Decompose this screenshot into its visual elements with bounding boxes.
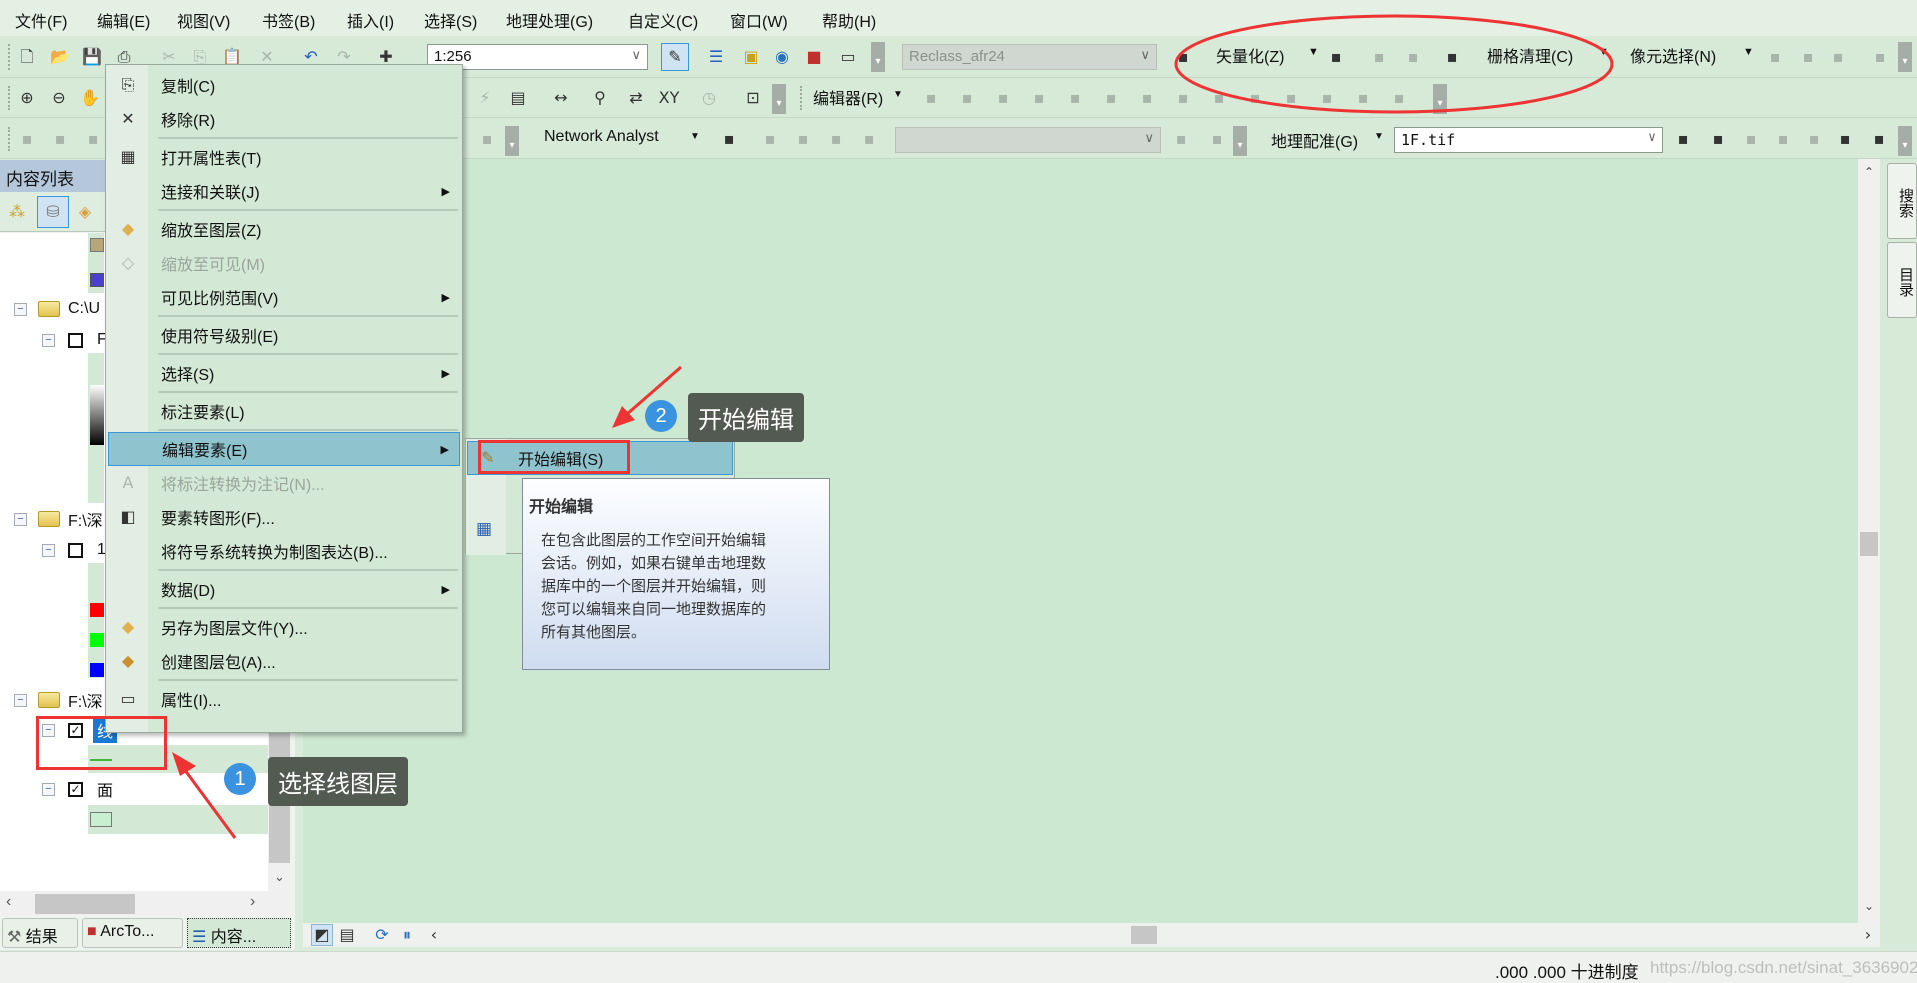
- step-label-1: 选择线图层: [268, 757, 408, 806]
- highlight-ellipse: [1174, 14, 1614, 114]
- step-badge-1: 1: [224, 763, 256, 795]
- arrow-1-head: [172, 752, 196, 776]
- highlight-box-start-editing: [478, 440, 630, 474]
- annotation-overlay: [172, 14, 1614, 839]
- highlight-box-line-layer: [36, 716, 167, 770]
- step-label-2: 开始编辑: [688, 393, 804, 442]
- step-badge-2: 2: [645, 400, 677, 432]
